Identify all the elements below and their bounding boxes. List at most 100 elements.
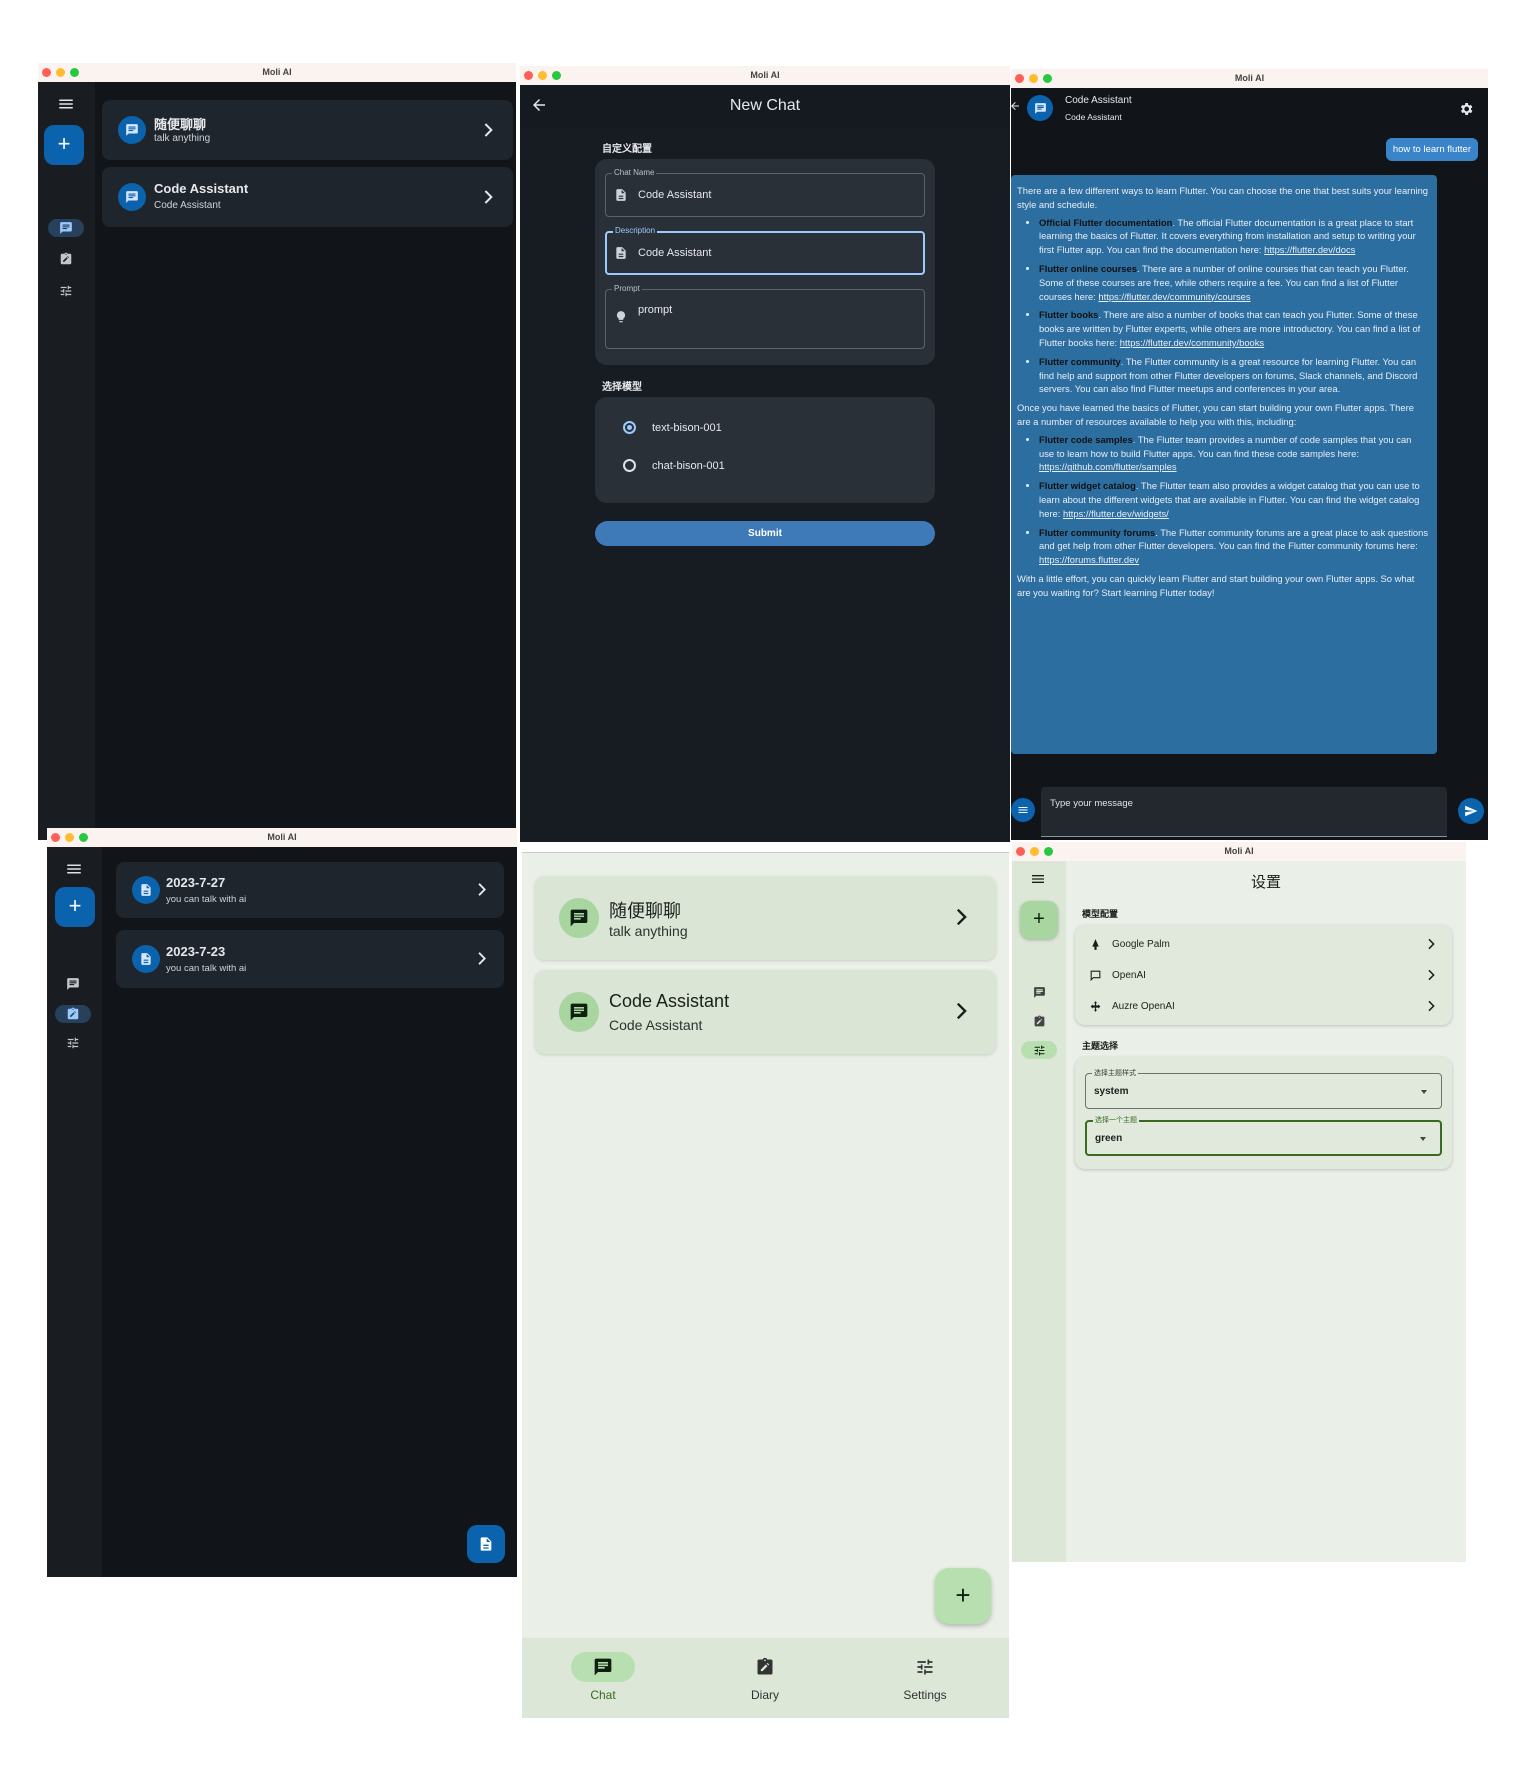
nav-chat[interactable] (55, 975, 91, 993)
theme-mode-select[interactable]: 选择主题样式 system (1085, 1068, 1442, 1109)
chat-subtitle: Code Assistant (154, 200, 221, 211)
page-title: 设置 (1250, 874, 1281, 891)
submit-button[interactable]: Submit (595, 521, 935, 546)
message-input[interactable]: Type your message (1041, 787, 1447, 837)
hub-icon (1090, 1000, 1101, 1012)
chevron-right-icon (479, 188, 497, 206)
chat-icon (125, 123, 139, 137)
chevron-right-icon (950, 1000, 972, 1022)
nav-label: Diary (750, 1688, 779, 1702)
send-button[interactable] (1458, 798, 1484, 824)
chat-card[interactable]: Code Assistant Code Assistant (102, 167, 513, 227)
nav-chat[interactable]: Chat (570, 1652, 636, 1702)
window-title: Moli AI (1224, 846, 1254, 856)
user-message: how to learn flutter (1385, 138, 1478, 161)
diary-subtitle: you can talk with ai (166, 963, 247, 974)
minimize-dot[interactable] (538, 71, 547, 80)
close-dot[interactable] (1015, 74, 1024, 83)
model-label: text-bison-001 (652, 421, 722, 434)
chat-name-field[interactable]: Chat Name Code Assistant (605, 168, 925, 217)
nav-label: Settings (903, 1688, 947, 1702)
add-diary-fab[interactable] (467, 1525, 505, 1563)
ai-message: There are a few different ways to learn … (1011, 175, 1437, 754)
minimize-dot[interactable] (65, 833, 74, 842)
chat-icon (569, 1002, 589, 1022)
diary-card[interactable]: 2023-7-23 you can talk with ai (116, 930, 504, 988)
minimize-dot[interactable] (1030, 847, 1039, 856)
prompt-value: prompt (638, 304, 673, 316)
model-option[interactable]: chat-bison-001 (623, 459, 725, 472)
zoom-dot[interactable] (70, 68, 79, 77)
diary-date: 2023-7-27 (166, 875, 226, 890)
books-link[interactable]: https://flutter.dev/community/books (1120, 337, 1264, 348)
provider-row[interactable]: Google Palm (1089, 929, 1438, 959)
nav-diary[interactable] (48, 250, 84, 268)
nav-diary[interactable] (55, 1005, 91, 1023)
new-chat-button[interactable]: + (44, 125, 84, 165)
prompt-field[interactable]: Prompt prompt (605, 284, 925, 349)
nav-diary[interactable]: Diary (732, 1652, 798, 1702)
zoom-dot[interactable] (552, 71, 561, 80)
add-button[interactable]: + (1020, 901, 1058, 939)
tune-icon (59, 284, 73, 298)
provider-row[interactable]: Auzre OpenAI (1089, 991, 1438, 1021)
nav-settings[interactable] (48, 282, 84, 300)
window-title: Moli AI (750, 70, 780, 80)
chat-title: 随便聊聊 (154, 117, 207, 132)
minimize-dot[interactable] (1029, 74, 1038, 83)
chat-subtitle: talk anything (154, 133, 211, 144)
chat-card[interactable]: Code Assistant Code Assistant (535, 970, 996, 1054)
description-field[interactable]: Description Code Assistant (605, 226, 925, 275)
menu-icon[interactable] (65, 860, 83, 878)
chat-card[interactable]: 随便聊聊 talk anything (102, 100, 513, 160)
nav-rail: + (47, 847, 102, 1577)
nav-rail: + (38, 82, 95, 840)
chat-card[interactable]: 随便聊聊 talk anything (535, 876, 996, 960)
diary-icon (1033, 1015, 1046, 1028)
docs-link[interactable]: https://flutter.dev/docs (1264, 244, 1355, 255)
nav-settings[interactable]: Settings (892, 1652, 958, 1702)
model-option[interactable]: text-bison-001 (623, 421, 722, 434)
minimize-dot[interactable] (56, 68, 65, 77)
prompt-toggle-button[interactable] (1011, 798, 1035, 822)
radio-selected[interactable] (623, 421, 636, 434)
close-dot[interactable] (524, 71, 533, 80)
close-dot[interactable] (42, 68, 51, 77)
chat-icon (569, 908, 589, 928)
courses-link[interactable]: https://flutter.dev/community/courses (1098, 291, 1250, 302)
window-chat-list-light: 随便聊聊 talk anything Code Assistant Code A… (522, 852, 1009, 1718)
chat-icon (1033, 986, 1046, 999)
zoom-dot[interactable] (1044, 847, 1053, 856)
menu-icon[interactable] (1030, 871, 1046, 887)
menu-icon[interactable] (57, 95, 75, 113)
nav-settings[interactable] (1021, 1041, 1057, 1059)
back-arrow-icon[interactable] (1011, 100, 1021, 112)
nav-chat[interactable] (1021, 983, 1057, 1001)
zoom-dot[interactable] (79, 833, 88, 842)
provider-row[interactable]: OpenAI (1089, 960, 1438, 990)
nav-settings[interactable] (55, 1034, 91, 1052)
window-diary-dark: Moli AI + 2023-7-27 you can talk with ai… (47, 828, 517, 1577)
provider-card: Google Palm OpenAI Auzre OpenAI (1075, 925, 1452, 1025)
notes-icon (1017, 804, 1029, 816)
title-bar: Moli AI (38, 63, 516, 82)
samples-link[interactable]: https://github.com/flutter/samples (1039, 461, 1177, 472)
title-bar: Moli AI (1012, 842, 1466, 861)
close-dot[interactable] (51, 833, 60, 842)
nav-diary[interactable] (1021, 1012, 1057, 1030)
gear-icon[interactable] (1458, 101, 1474, 117)
list-item: Flutter books. There are also a number o… (1039, 308, 1429, 349)
nav-chat[interactable] (48, 219, 84, 237)
zoom-dot[interactable] (1043, 74, 1052, 83)
close-dot[interactable] (1016, 847, 1025, 856)
new-diary-button[interactable]: + (55, 887, 95, 927)
dropdown-arrow-icon (1420, 1137, 1426, 1141)
theme-color-select[interactable]: 选择一个主题 green (1085, 1115, 1442, 1156)
widgets-link[interactable]: https://flutter.dev/widgets/ (1063, 508, 1169, 519)
note-icon (139, 883, 153, 897)
add-chat-fab[interactable]: + (935, 1568, 991, 1624)
forums-link[interactable]: https://forums.flutter.dev (1039, 554, 1139, 565)
chevron-right-icon (473, 950, 490, 967)
diary-card[interactable]: 2023-7-27 you can talk with ai (116, 862, 504, 918)
radio-unselected[interactable] (623, 459, 636, 472)
